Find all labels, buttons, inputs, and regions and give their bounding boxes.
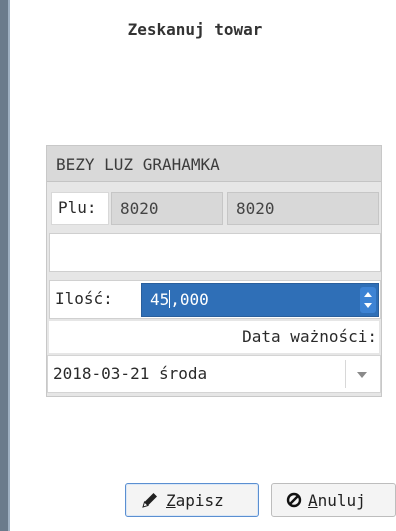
quantity-row: Ilość: 45,000 <box>49 280 381 319</box>
quantity-value-decimal: ,000 <box>170 290 209 309</box>
plu-field-2: 8020 <box>227 192 379 225</box>
plu-value-1: 8020 <box>120 199 159 218</box>
window-edge <box>0 0 10 531</box>
quantity-value-integer: 45 <box>150 290 170 309</box>
cancel-button[interactable]: Anuluj <box>271 483 396 517</box>
expiry-label: Data ważności: <box>242 327 377 346</box>
plu-row: Plu: 8020 8020 <box>47 188 381 228</box>
item-panel: BEZY LUZ GRAHAMKA Plu: 8020 8020 Ilość: … <box>46 145 382 397</box>
expiry-label-row: Data ważności: <box>49 321 379 353</box>
save-label: Zapisz <box>166 491 224 510</box>
chevron-down-icon[interactable] <box>357 372 367 378</box>
plu-label-box: Plu: <box>51 192 109 225</box>
save-button[interactable]: Zapisz <box>125 483 259 517</box>
empty-field[interactable] <box>49 233 381 272</box>
cancel-circle-icon <box>286 492 302 512</box>
quantity-value: 45,000 <box>150 290 209 309</box>
cancel-label: Anuluj <box>308 491 366 510</box>
expiry-date-value: 2018-03-21 środa <box>53 364 208 383</box>
dialog-title: Zeskanuj towar <box>127 20 263 39</box>
plu-field-1: 8020 <box>111 192 223 225</box>
scan-item-dialog: Zeskanuj towar BEZY LUZ GRAHAMKA Plu: 80… <box>10 0 396 531</box>
quantity-spinner[interactable] <box>360 287 376 313</box>
expiry-date-select[interactable]: 2018-03-21 środa <box>47 355 381 393</box>
quantity-label: Ilość: <box>55 289 113 308</box>
dropdown-divider <box>345 360 346 388</box>
pencil-icon <box>140 490 160 514</box>
product-name: BEZY LUZ GRAHAMKA <box>56 155 220 174</box>
product-row: BEZY LUZ GRAHAMKA <box>47 146 381 182</box>
plu-value-2: 8020 <box>236 199 275 218</box>
quantity-input[interactable]: 45,000 <box>141 283 379 317</box>
spin-up-icon[interactable] <box>364 292 372 297</box>
spin-down-icon[interactable] <box>364 303 372 308</box>
plu-label: Plu: <box>58 198 97 217</box>
